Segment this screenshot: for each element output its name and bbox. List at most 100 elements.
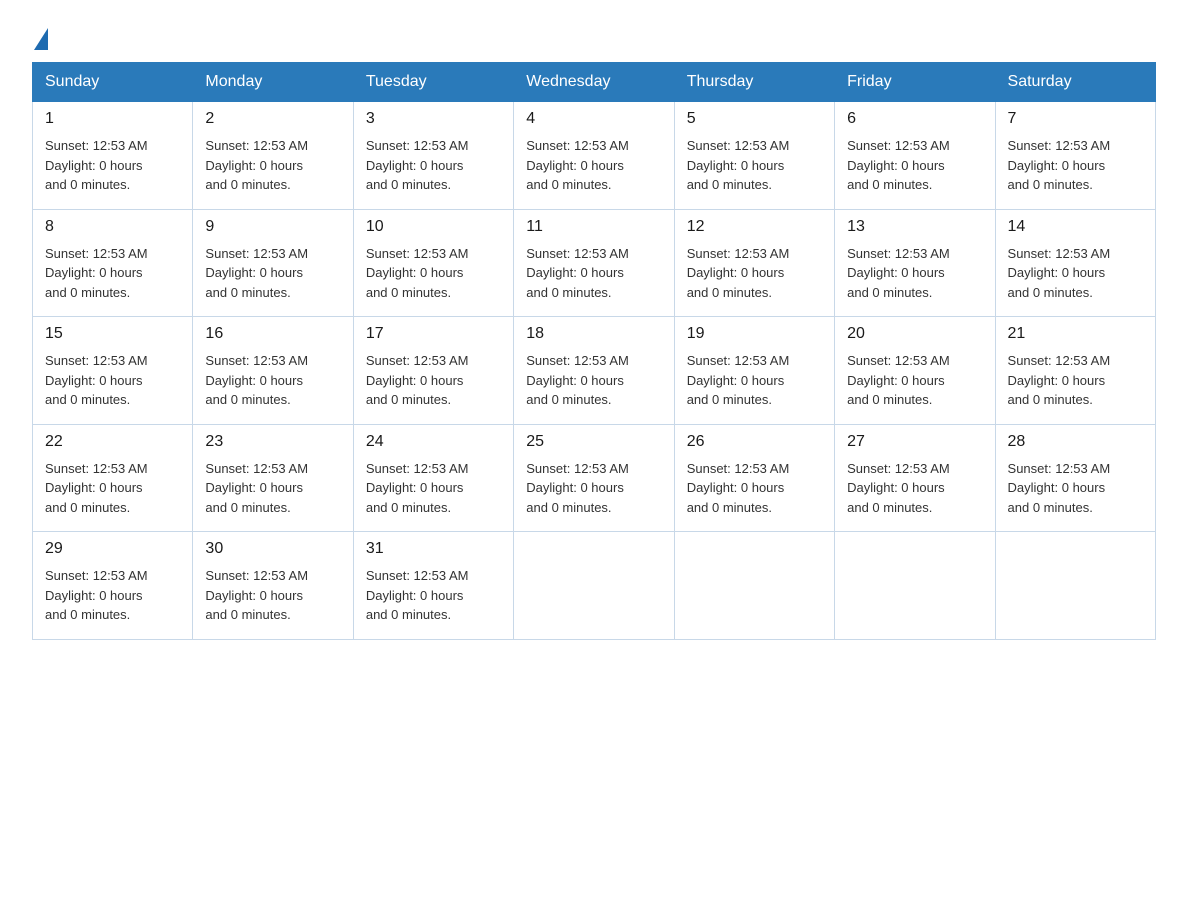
- day-info: Sunset: 12:53 AMDaylight: 0 hoursand 0 m…: [366, 244, 501, 303]
- day-number: 18: [526, 325, 661, 343]
- day-number: 9: [205, 218, 340, 236]
- calendar-cell: 23Sunset: 12:53 AMDaylight: 0 hoursand 0…: [193, 424, 353, 532]
- page-header: [32, 24, 1156, 46]
- calendar-cell: 30 Sunset: 12:53 AMDaylight: 0 hoursand 0…: [193, 532, 353, 640]
- day-number: 29: [45, 540, 180, 558]
- day-info: Sunset: 12:53 AMDaylight: 0 hoursand 0 m…: [45, 244, 180, 303]
- day-number: 16: [205, 325, 340, 343]
- day-number: 12: [687, 218, 822, 236]
- day-number: 31: [366, 540, 501, 558]
- calendar-cell: 28 Sunset: 12:53 AMDaylight: 0 hoursand 0…: [995, 424, 1155, 532]
- day-info: Sunset: 12:53 AMDaylight: 0 hoursand 0 m…: [687, 351, 822, 410]
- day-info: Sunset: 12:53 AMDaylight: 0 hoursand 0 m…: [847, 136, 982, 195]
- calendar-cell: [514, 532, 674, 640]
- day-info: Sunset: 12:53 AMDaylight: 0 hoursand 0 m…: [366, 459, 501, 518]
- day-info: Sunset: 12:53 AMDaylight: 0 hoursand 0 m…: [366, 566, 501, 625]
- weekday-header-friday: Friday: [835, 63, 995, 102]
- day-info: Sunset: 12:53 AMDaylight: 0 hoursand 0 m…: [45, 566, 180, 625]
- day-info: Sunset: 12:53 AMDaylight: 0 hoursand 0 m…: [205, 566, 340, 625]
- day-info: Sunset: 12:53 AMDaylight: 0 hoursand 0 m…: [45, 459, 180, 518]
- day-info: Sunset: 12:53 AMDaylight: 0 hoursand 0 m…: [847, 351, 982, 410]
- calendar-cell: 11Sunset: 12:53 AMDaylight: 0 hoursand 0…: [514, 209, 674, 317]
- weekday-header-row: SundayMondayTuesdayWednesdayThursdayFrid…: [33, 63, 1156, 102]
- day-number: 5: [687, 110, 822, 128]
- calendar-cell: [835, 532, 995, 640]
- day-info: Sunset: 12:53 AMDaylight: 0 hoursand 0 m…: [847, 244, 982, 303]
- day-number: 14: [1008, 218, 1143, 236]
- day-number: 21: [1008, 325, 1143, 343]
- day-info: Sunset: 12:53 AMDaylight: 0 hoursand 0 m…: [45, 136, 180, 195]
- calendar-cell: 26 Sunset: 12:53 AMDaylight: 0 hoursand 0…: [674, 424, 834, 532]
- day-info: Sunset: 12:53 AMDaylight: 0 hoursand 0 m…: [687, 136, 822, 195]
- calendar-week-row: 15 Sunset: 12:53 AMDaylight: 0 hoursand 0…: [33, 317, 1156, 425]
- day-number: 28: [1008, 433, 1143, 451]
- calendar-cell: 1 Sunset: 12:53 AMDaylight: 0 hoursand 0 …: [33, 102, 193, 210]
- calendar-cell: 6 Sunset: 12:53 AMDaylight: 0 hoursand 0 …: [835, 102, 995, 210]
- day-number: 6: [847, 110, 982, 128]
- calendar-cell: 31 Sunset: 12:53 AMDaylight: 0 hoursand 0…: [353, 532, 513, 640]
- day-number: 1: [45, 110, 180, 128]
- calendar-cell: 19 Sunset: 12:53 AMDaylight: 0 hoursand 0…: [674, 317, 834, 425]
- weekday-header-sunday: Sunday: [33, 63, 193, 102]
- calendar-cell: 16 Sunset: 12:53 AMDaylight: 0 hoursand 0…: [193, 317, 353, 425]
- day-info: Sunset: 12:53 AMDaylight: 0 hoursand 0 m…: [687, 244, 822, 303]
- calendar-cell: 17 Sunset: 12:53 AMDaylight: 0 hoursand 0…: [353, 317, 513, 425]
- calendar-cell: 27 Sunset: 12:53 AMDaylight: 0 hoursand 0…: [835, 424, 995, 532]
- day-number: 19: [687, 325, 822, 343]
- calendar-cell: 3 Sunset: 12:53 AMDaylight: 0 hoursand 0 …: [353, 102, 513, 210]
- weekday-header-monday: Monday: [193, 63, 353, 102]
- calendar-cell: 22Sunset: 12:53 AMDaylight: 0 hoursand 0…: [33, 424, 193, 532]
- calendar-cell: 29 Sunset: 12:53 AMDaylight: 0 hoursand 0…: [33, 532, 193, 640]
- day-info: Sunset: 12:53 AMDaylight: 0 hoursand 0 m…: [45, 351, 180, 410]
- calendar-cell: 13 Sunset: 12:53 AMDaylight: 0 hoursand 0…: [835, 209, 995, 317]
- day-number: 30: [205, 540, 340, 558]
- day-number: 8: [45, 218, 180, 236]
- calendar-cell: 21Sunset: 12:53 AMDaylight: 0 hoursand 0…: [995, 317, 1155, 425]
- calendar-cell: 2Sunset: 12:53 AMDaylight: 0 hoursand 0 …: [193, 102, 353, 210]
- day-info: Sunset: 12:53 AMDaylight: 0 hoursand 0 m…: [687, 459, 822, 518]
- day-info: Sunset: 12:53 AMDaylight: 0 hoursand 0 m…: [366, 351, 501, 410]
- calendar-cell: 15 Sunset: 12:53 AMDaylight: 0 hoursand 0…: [33, 317, 193, 425]
- day-info: Sunset: 12:53 AMDaylight: 0 hoursand 0 m…: [1008, 459, 1143, 518]
- calendar-week-row: 8 Sunset: 12:53 AMDaylight: 0 hoursand 0 …: [33, 209, 1156, 317]
- calendar-cell: 7 Sunset: 12:53 AMDaylight: 0 hoursand 0 …: [995, 102, 1155, 210]
- day-number: 15: [45, 325, 180, 343]
- logo: [32, 28, 48, 46]
- calendar-table: SundayMondayTuesdayWednesdayThursdayFrid…: [32, 62, 1156, 640]
- calendar-cell: 8 Sunset: 12:53 AMDaylight: 0 hoursand 0 …: [33, 209, 193, 317]
- day-number: 27: [847, 433, 982, 451]
- day-number: 7: [1008, 110, 1143, 128]
- day-number: 3: [366, 110, 501, 128]
- day-number: 26: [687, 433, 822, 451]
- day-number: 10: [366, 218, 501, 236]
- day-info: Sunset: 12:53 AMDaylight: 0 hoursand 0 m…: [526, 244, 661, 303]
- weekday-header-tuesday: Tuesday: [353, 63, 513, 102]
- calendar-cell: 5 Sunset: 12:53 AMDaylight: 0 hoursand 0 …: [674, 102, 834, 210]
- day-number: 13: [847, 218, 982, 236]
- calendar-cell: [995, 532, 1155, 640]
- day-info: Sunset: 12:53 AMDaylight: 0 hoursand 0 m…: [526, 351, 661, 410]
- day-info: Sunset: 12:53 AMDaylight: 0 hoursand 0 m…: [366, 136, 501, 195]
- day-number: 24: [366, 433, 501, 451]
- day-info: Sunset: 12:53 AMDaylight: 0 hoursand 0 m…: [526, 459, 661, 518]
- logo-triangle-icon: [34, 28, 48, 50]
- day-info: Sunset: 12:53 AMDaylight: 0 hoursand 0 m…: [526, 136, 661, 195]
- day-info: Sunset: 12:53 AMDaylight: 0 hoursand 0 m…: [205, 136, 340, 195]
- calendar-week-row: 22Sunset: 12:53 AMDaylight: 0 hoursand 0…: [33, 424, 1156, 532]
- calendar-cell: 10 Sunset: 12:53 AMDaylight: 0 hoursand 0…: [353, 209, 513, 317]
- weekday-header-thursday: Thursday: [674, 63, 834, 102]
- calendar-cell: 9 Sunset: 12:53 AMDaylight: 0 hoursand 0 …: [193, 209, 353, 317]
- calendar-cell: 25 Sunset: 12:53 AMDaylight: 0 hoursand 0…: [514, 424, 674, 532]
- calendar-cell: 20Sunset: 12:53 AMDaylight: 0 hoursand 0…: [835, 317, 995, 425]
- day-number: 17: [366, 325, 501, 343]
- day-number: 25: [526, 433, 661, 451]
- calendar-cell: 4Sunset: 12:53 AMDaylight: 0 hoursand 0 …: [514, 102, 674, 210]
- day-info: Sunset: 12:53 AMDaylight: 0 hoursand 0 m…: [1008, 136, 1143, 195]
- calendar-week-row: 1 Sunset: 12:53 AMDaylight: 0 hoursand 0 …: [33, 102, 1156, 210]
- calendar-cell: 18 Sunset: 12:53 AMDaylight: 0 hoursand 0…: [514, 317, 674, 425]
- weekday-header-saturday: Saturday: [995, 63, 1155, 102]
- day-info: Sunset: 12:53 AMDaylight: 0 hoursand 0 m…: [205, 244, 340, 303]
- calendar-cell: 12 Sunset: 12:53 AMDaylight: 0 hoursand 0…: [674, 209, 834, 317]
- day-info: Sunset: 12:53 AMDaylight: 0 hoursand 0 m…: [847, 459, 982, 518]
- day-info: Sunset: 12:53 AMDaylight: 0 hoursand 0 m…: [205, 351, 340, 410]
